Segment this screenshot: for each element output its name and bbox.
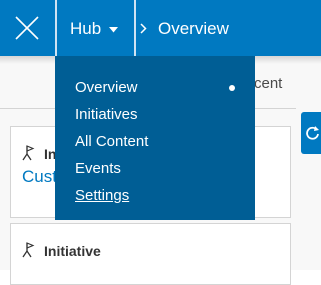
top-navigation-bar: Hub Overview bbox=[0, 0, 321, 56]
menu-item-events[interactable]: Events bbox=[75, 160, 121, 178]
active-indicator-dot bbox=[229, 85, 235, 91]
menu-item-initiatives[interactable]: Initiatives bbox=[75, 106, 138, 124]
menu-item-all-content[interactable]: All Content bbox=[75, 133, 148, 151]
card-title-link[interactable]: Cust bbox=[22, 167, 57, 187]
recent-heading: cent bbox=[254, 75, 283, 92]
flag-icon bbox=[22, 242, 35, 258]
side-refresh-tab[interactable] bbox=[301, 112, 321, 154]
close-button[interactable] bbox=[0, 0, 55, 56]
menu-item-overview[interactable]: Overview bbox=[75, 79, 138, 97]
menu-item-settings[interactable]: Settings bbox=[75, 187, 129, 205]
hub-menu-button[interactable]: Hub bbox=[57, 0, 134, 56]
breadcrumb-current-page: Overview bbox=[158, 19, 229, 38]
refresh-icon bbox=[306, 126, 319, 140]
caret-down-icon bbox=[109, 27, 118, 33]
flag-icon bbox=[22, 145, 35, 161]
close-icon bbox=[15, 16, 39, 40]
chevron-right-icon bbox=[140, 23, 147, 34]
card-type-label: Initiative bbox=[44, 243, 101, 259]
hub-dropdown-menu: Overview Initiatives All Content Events … bbox=[55, 56, 255, 220]
hub-menu-label: Hub bbox=[70, 19, 102, 38]
nav-divider bbox=[134, 0, 136, 56]
content-card[interactable]: Initiative bbox=[10, 223, 291, 285]
